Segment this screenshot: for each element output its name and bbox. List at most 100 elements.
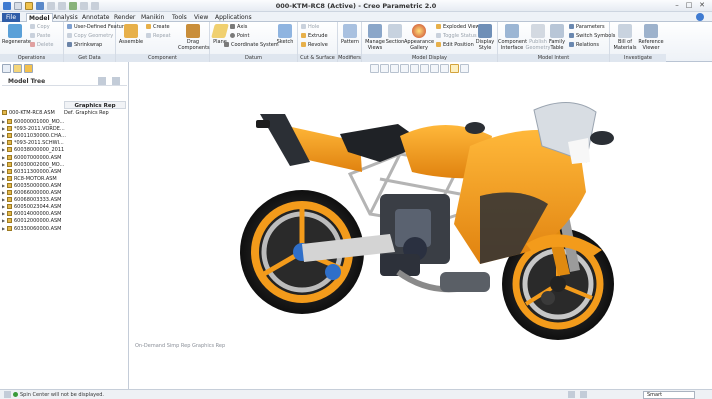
shrinkwrap-button[interactable]: Shrinkwrap xyxy=(67,42,102,49)
copy-button[interactable]: Copy xyxy=(30,24,50,31)
point-button[interactable]: Point xyxy=(230,33,249,40)
investigate-group-label[interactable]: Investigate xyxy=(610,54,666,62)
tab-tools[interactable]: Tools xyxy=(170,13,189,22)
extrude-button[interactable]: Extrude xyxy=(301,33,328,40)
close-button[interactable]: ✕ xyxy=(697,1,707,10)
copy-geometry-button[interactable]: Copy Geometry xyxy=(67,33,113,40)
zoom-out-icon[interactable] xyxy=(390,64,399,73)
revolve-button[interactable]: Revolve xyxy=(301,42,328,49)
saved-orientations-icon[interactable] xyxy=(420,64,429,73)
message-log-icon[interactable] xyxy=(4,391,11,398)
favorites-tab-icon[interactable] xyxy=(24,64,33,73)
modifiers-group-label[interactable]: Modifiers xyxy=(338,54,361,62)
sketch-button[interactable]: Sketch xyxy=(272,24,298,45)
status-bar: Spin Center will not be displayed. Smart xyxy=(0,389,712,399)
relations-button[interactable]: Relations xyxy=(569,42,599,49)
selection-filter-icon[interactable] xyxy=(568,391,575,398)
extrude-label: Extrude xyxy=(308,33,328,39)
appearance-gallery-button[interactable]: Appearance Gallery xyxy=(404,24,434,51)
group-component: Assemble Create Repeat Drag Components C… xyxy=(116,22,210,62)
maximize-button[interactable]: □ xyxy=(684,1,694,10)
repeat-button[interactable]: Repeat xyxy=(146,33,171,40)
create-button[interactable]: Create xyxy=(146,24,170,31)
reference-viewer-button[interactable]: Reference Viewer xyxy=(638,24,664,51)
delete-button[interactable]: Delete xyxy=(30,42,53,49)
component-group-label[interactable]: Component xyxy=(116,54,209,62)
tree-item-label: 60050023044.ASM xyxy=(14,204,62,211)
pattern-button[interactable]: Pattern xyxy=(337,24,363,45)
bill-of-materials-button[interactable]: Bill of Materials xyxy=(612,24,638,51)
graphics-rep-column-header[interactable]: Graphics Rep xyxy=(64,101,126,109)
zoom-in-icon[interactable] xyxy=(380,64,389,73)
tree-item[interactable]: ▶ 60068003333.ASM xyxy=(2,196,62,203)
tree-item[interactable]: ▶ RC8-MOTOR.ASM xyxy=(2,175,57,182)
motorcycle-model[interactable] xyxy=(230,84,630,349)
tree-item[interactable]: ▶ 60066000000.ASM xyxy=(2,189,62,196)
switch-symbols-button[interactable]: Switch Symbols xyxy=(569,33,615,40)
tab-render[interactable]: Render xyxy=(112,13,137,22)
operations-group-label[interactable]: Operations xyxy=(0,54,63,62)
component-interface-button[interactable]: Component Interface xyxy=(498,24,527,51)
model-intent-group-label[interactable]: Model Intent xyxy=(498,54,609,62)
full-screen-icon[interactable] xyxy=(580,391,587,398)
assembly-icon xyxy=(7,140,12,146)
assemble-button[interactable]: Assemble xyxy=(118,24,144,45)
display-style-icon[interactable] xyxy=(410,64,419,73)
tab-file[interactable]: File xyxy=(2,13,21,22)
toggle-status-button[interactable]: Toggle Status xyxy=(436,33,477,40)
smart-filter-select[interactable]: Smart xyxy=(643,391,695,399)
tab-applications[interactable]: Applications xyxy=(213,13,254,22)
datum-group-label[interactable]: Datum xyxy=(210,54,297,62)
refit-icon[interactable] xyxy=(370,64,379,73)
tree-item[interactable]: ▶ 60330060000.ASM xyxy=(2,225,62,232)
folder-browser-tab-icon[interactable] xyxy=(13,64,22,73)
tree-item[interactable]: ▶ 60012000000.ASM xyxy=(2,217,62,224)
drag-components-button[interactable]: Drag Components xyxy=(178,24,210,51)
tree-item[interactable]: ▶ 60035000000.ASM xyxy=(2,182,62,189)
hole-button[interactable]: Hole xyxy=(301,24,319,31)
tree-item[interactable]: ▶ 60000001000_MO... xyxy=(2,118,64,125)
spin-center-icon[interactable] xyxy=(450,64,459,73)
view-manager-icon[interactable] xyxy=(430,64,439,73)
cut-surface-group-label[interactable]: Cut & Surface xyxy=(298,54,337,62)
tree-item[interactable]: ▶ 60007000000.ASM xyxy=(2,154,62,161)
datum-display-icon[interactable] xyxy=(440,64,449,73)
tab-annotate[interactable]: Annotate xyxy=(80,13,111,22)
graphics-window[interactable]: On-Demand Simp Rep Graphics Rep xyxy=(130,62,712,388)
tree-root[interactable]: 000-KTM-RC8.ASM xyxy=(2,110,55,117)
tree-item-label: 60330060000.ASM xyxy=(14,225,62,232)
edit-position-button[interactable]: Edit Position xyxy=(436,42,474,49)
assembly-icon xyxy=(7,161,12,167)
model-tree-tab-icon[interactable] xyxy=(2,64,11,73)
family-table-button[interactable]: Family Table xyxy=(546,24,568,51)
tab-manikin[interactable]: Manikin xyxy=(139,13,166,22)
engine xyxy=(380,194,450,276)
annotation-display-icon[interactable] xyxy=(460,64,469,73)
repaint-icon[interactable] xyxy=(400,64,409,73)
tree-item[interactable]: ▶ *093-2011.SCHWI... xyxy=(2,139,64,146)
paste-button[interactable]: Paste xyxy=(30,33,51,40)
tab-model[interactable]: Model xyxy=(26,13,53,22)
tree-show-icon[interactable] xyxy=(112,77,120,85)
regenerate-button[interactable]: Regenerate xyxy=(2,24,31,45)
tree-item[interactable]: ▶ *093-2011.VORDE... xyxy=(2,125,65,132)
axis-button[interactable]: Axis xyxy=(230,24,247,31)
model-display-group-label[interactable]: Model Display xyxy=(362,54,497,62)
get-data-group-label[interactable]: Get Data xyxy=(64,54,115,62)
pattern-label: Pattern xyxy=(341,39,359,45)
tree-item[interactable]: ▶ 60050023044.ASM xyxy=(2,203,62,210)
tree-settings-icon[interactable] xyxy=(98,77,106,85)
display-style-button[interactable]: Display Style xyxy=(472,24,498,51)
revolve-label: Revolve xyxy=(308,42,328,48)
tab-view[interactable]: View xyxy=(192,13,210,22)
tree-item[interactable]: ▶ 60030002000_MO... xyxy=(2,161,64,168)
help-icon[interactable] xyxy=(696,13,704,21)
tree-item[interactable]: ▶ 60311300000.ASM xyxy=(2,168,62,175)
coordinate-system-button[interactable]: Coordinate System xyxy=(224,42,279,49)
tab-analysis[interactable]: Analysis xyxy=(51,13,80,22)
minimize-button[interactable]: – xyxy=(672,1,682,10)
tree-item[interactable]: ▶ 60011030000.CHA... xyxy=(2,132,66,139)
tree-item[interactable]: ▶ 60014000000.ASM xyxy=(2,210,62,217)
tree-item[interactable]: ▶ 60038000000_2011 xyxy=(2,146,64,153)
parameters-button[interactable]: Parameters xyxy=(569,24,605,31)
